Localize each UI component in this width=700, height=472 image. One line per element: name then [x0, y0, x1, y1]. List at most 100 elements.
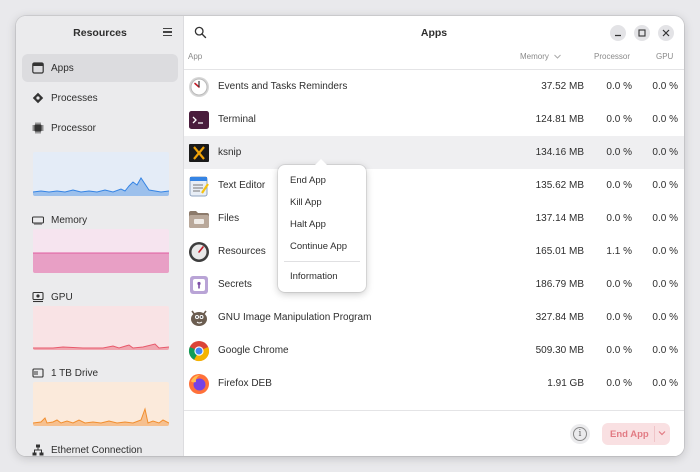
- gimp-icon: [191, 310, 207, 326]
- table-row[interactable]: Text Editor 135.62 MB 0.0 % 0.0 %: [184, 169, 684, 202]
- menu-item-information[interactable]: Information: [290, 271, 338, 282]
- column-header-gpu[interactable]: GPU: [656, 52, 673, 66]
- sidebar-item-label: Processes: [51, 93, 98, 104]
- memory-value: 137.14 MB: [535, 213, 584, 224]
- app-name: Events and Tasks Reminders: [218, 81, 348, 92]
- processor-value: 0.0 %: [606, 279, 632, 290]
- table-row[interactable]: GNU Image Manipulation Program 327.84 MB…: [184, 301, 684, 334]
- table-row[interactable]: Files 137.14 MB 0.0 % 0.0 %: [184, 202, 684, 235]
- gpu-value: 0.0 %: [652, 345, 678, 356]
- processor-value: 0.0 %: [606, 81, 632, 92]
- processor-value: 0.0 %: [606, 213, 632, 224]
- folder-icon: [189, 211, 209, 228]
- app-name: ksnip: [218, 147, 242, 158]
- memory-value: 124.81 MB: [535, 114, 584, 125]
- menu-separator: [284, 261, 360, 262]
- column-header-processor[interactable]: Processor: [594, 52, 630, 66]
- table-row[interactable]: Google Chrome 509.30 MB 0.0 % 0.0 %: [184, 334, 684, 367]
- drive-icon: [32, 368, 44, 378]
- gpu-value: 0.0 %: [652, 279, 678, 290]
- context-menu-arrow: [315, 159, 327, 165]
- memory-value: 1.91 GB: [547, 378, 584, 389]
- memory-value: 134.16 MB: [535, 147, 584, 158]
- processor-value: 0.0 %: [606, 147, 632, 158]
- sidebar-item-label: Memory: [51, 215, 88, 226]
- sidebar-item-label: GPU: [51, 292, 73, 303]
- text-editor-icon: [189, 176, 209, 197]
- drive-graph: [33, 382, 169, 426]
- menu-item-continue-app[interactable]: Continue App: [290, 241, 347, 252]
- gpu-value: 0.0 %: [652, 246, 678, 257]
- gpu-value: 0.0 %: [652, 81, 678, 92]
- memory-value: 37.52 MB: [541, 81, 584, 92]
- sidebar-item-label: 1 TB Drive: [51, 368, 99, 379]
- sort-chevron-icon: [554, 54, 561, 59]
- memory-value: 509.30 MB: [535, 345, 584, 356]
- sidebar-header: Resources: [16, 16, 184, 50]
- window-icon: [32, 62, 44, 74]
- memory-icon: [32, 216, 44, 225]
- gpu-value: 0.0 %: [652, 312, 678, 323]
- menu-item-halt-app[interactable]: Halt App: [290, 219, 326, 230]
- app-name: Google Chrome: [218, 345, 289, 356]
- sidebar-item-apps[interactable]: Apps: [22, 54, 178, 82]
- column-header-memory-label: Memory: [520, 52, 549, 61]
- menu-item-kill-app[interactable]: Kill App: [290, 197, 322, 208]
- context-menu: End App Kill App Halt App Continue App I…: [278, 159, 366, 292]
- chevron-down-icon[interactable]: [658, 430, 666, 436]
- maximize-icon: [638, 29, 646, 37]
- processor-value: 0.0 %: [606, 180, 632, 191]
- minimize-icon: [615, 34, 621, 37]
- hamburger-menu-icon[interactable]: [160, 25, 174, 39]
- page-title: Apps: [420, 27, 448, 39]
- sidebar-item-processes[interactable]: Processes: [22, 84, 178, 112]
- gpu-value: 0.0 %: [652, 180, 678, 191]
- action-bar: i End App: [184, 410, 684, 456]
- maximize-button[interactable]: [634, 25, 650, 41]
- processor-value: 0.0 %: [606, 312, 632, 323]
- column-header-app[interactable]: App: [188, 52, 202, 66]
- processor-value: 0.0 %: [606, 378, 632, 389]
- memory-value: 186.79 MB: [535, 279, 584, 290]
- gpu-value: 0.0 %: [652, 147, 678, 158]
- ksnip-icon: [189, 144, 209, 162]
- network-icon: [32, 444, 44, 456]
- resources-icon: [189, 242, 209, 262]
- terminal-icon: [189, 111, 209, 129]
- close-icon: [662, 29, 670, 37]
- processor-value: 0.0 %: [606, 114, 632, 125]
- processes-icon: [32, 92, 44, 104]
- table-row-selected[interactable]: ksnip 134.16 MB 0.0 % 0.0 %: [184, 136, 684, 169]
- information-button[interactable]: i: [570, 424, 590, 444]
- sidebar-item-ethernet[interactable]: Ethernet Connection: [22, 436, 178, 456]
- gpu-icon: [32, 291, 44, 303]
- end-app-button[interactable]: End App: [602, 423, 670, 445]
- sidebar-item-processor[interactable]: Processor: [22, 114, 178, 142]
- processor-value: 1.1 %: [606, 246, 632, 257]
- table-row[interactable]: Secrets 186.79 MB 0.0 % 0.0 %: [184, 268, 684, 301]
- clock-icon: [189, 77, 209, 97]
- split-divider: [654, 426, 655, 442]
- table-row[interactable]: Terminal 124.81 MB 0.0 % 0.0 %: [184, 103, 684, 136]
- firefox-icon: [189, 374, 209, 394]
- gpu-value: 0.0 %: [652, 114, 678, 125]
- table-row[interactable]: Resources 165.01 MB 1.1 % 0.0 %: [184, 235, 684, 268]
- table-row[interactable]: Events and Tasks Reminders 37.52 MB 0.0 …: [184, 70, 684, 103]
- memory-value: 327.84 MB: [535, 312, 584, 323]
- column-header-memory[interactable]: Memory: [520, 52, 561, 66]
- memory-value: 165.01 MB: [535, 246, 584, 257]
- app-name: Secrets: [218, 279, 252, 290]
- app-name: Firefox DEB: [218, 378, 272, 389]
- main-panel: Apps App Memory Processor GPU Events and…: [184, 16, 684, 456]
- processor-graph: [33, 152, 169, 196]
- processor-value: 0.0 %: [606, 345, 632, 356]
- close-button[interactable]: [658, 25, 674, 41]
- memory-graph: [33, 229, 169, 273]
- menu-item-end-app[interactable]: End App: [290, 175, 326, 186]
- minimize-button[interactable]: [610, 25, 626, 41]
- table-row[interactable]: Firefox DEB 1.91 GB 0.0 % 0.0 %: [184, 367, 684, 400]
- end-app-label: End App: [610, 429, 649, 440]
- info-icon: i: [573, 427, 587, 441]
- gpu-value: 0.0 %: [652, 378, 678, 389]
- sidebar-item-label: Ethernet Connection: [51, 445, 143, 456]
